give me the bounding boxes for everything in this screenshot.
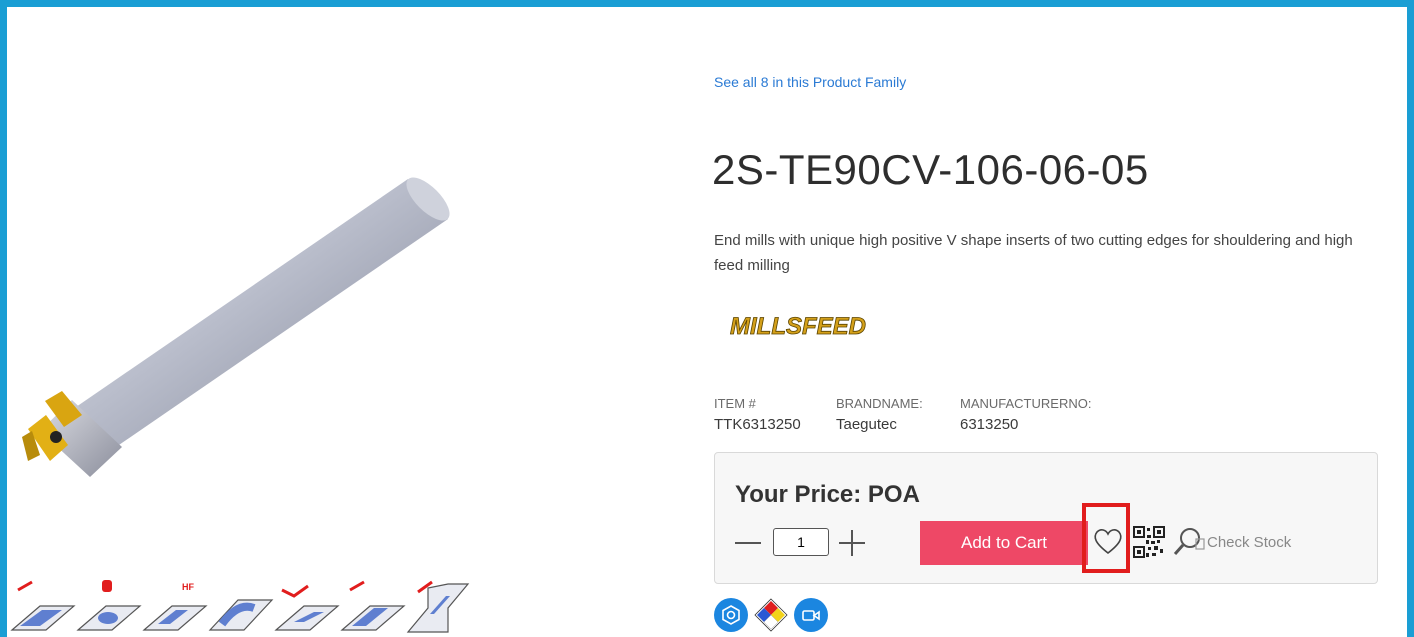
- deep-shouldering-icon: [406, 580, 470, 633]
- ramping-icon: [274, 584, 340, 631]
- plunging-icon: [340, 580, 406, 631]
- check-stock-button[interactable]: Check Stock: [1171, 525, 1291, 559]
- attribute-value: Taegutec: [836, 416, 897, 433]
- price-label: Your Price: POA: [735, 481, 920, 508]
- svg-text:HF: HF: [182, 582, 194, 592]
- add-to-cart-button[interactable]: Add to Cart: [920, 521, 1088, 565]
- shouldering-icon: [10, 580, 76, 631]
- attribute-manufacturer-number: MANUFACTURERNO: 6313250: [960, 396, 1091, 433]
- attribute-label: ITEM #: [714, 396, 756, 411]
- millsfeed-brand-logo: MILLSFEED: [730, 313, 867, 341]
- helical-interpolation-icon: [76, 580, 142, 631]
- wishlist-button[interactable]: [1089, 521, 1127, 565]
- product-badges: [714, 598, 828, 632]
- slotting-radius-icon: [208, 599, 274, 631]
- check-stock-label: Check Stock: [1207, 533, 1292, 551]
- badge-settings[interactable]: [714, 598, 748, 632]
- quantity-input[interactable]: [773, 528, 829, 556]
- operation-icons: HF: [10, 580, 470, 633]
- product-family-link[interactable]: See all 8 in this Product Family: [714, 74, 906, 90]
- quantity-decrease-button[interactable]: [733, 528, 763, 558]
- qr-code-button[interactable]: [1132, 525, 1166, 559]
- attribute-item-number: ITEM # TTK6313250: [714, 396, 801, 433]
- svg-text:MILLSFEED: MILLSFEED: [730, 313, 866, 340]
- hazard-diamond-icon[interactable]: [754, 598, 788, 632]
- attribute-label: BRANDNAME:: [836, 396, 923, 411]
- video-camera-icon: [802, 610, 820, 621]
- purchase-panel: Your Price: POA Add to Cart: [714, 452, 1378, 584]
- attribute-value: TTK6313250: [714, 416, 801, 433]
- heart-icon: [1094, 529, 1122, 555]
- attribute-brandname: BRANDNAME: Taegutec: [836, 396, 923, 433]
- product-image[interactable]: [10, 165, 460, 495]
- high-feed-icon: HF: [142, 582, 208, 631]
- product-title: 2S-TE90CV-106-06-05: [712, 146, 1149, 193]
- magnifier-icon: [1173, 528, 1205, 555]
- badge-video[interactable]: [794, 598, 828, 632]
- product-description: End mills with unique high positive V sh…: [714, 232, 1353, 274]
- attribute-label: MANUFACTURERNO:: [960, 396, 1092, 411]
- qr-code-icon: [1133, 526, 1165, 558]
- settings-icon: [722, 605, 740, 625]
- quantity-increase-button[interactable]: [837, 528, 867, 558]
- attribute-value: 6313250: [960, 416, 1019, 433]
